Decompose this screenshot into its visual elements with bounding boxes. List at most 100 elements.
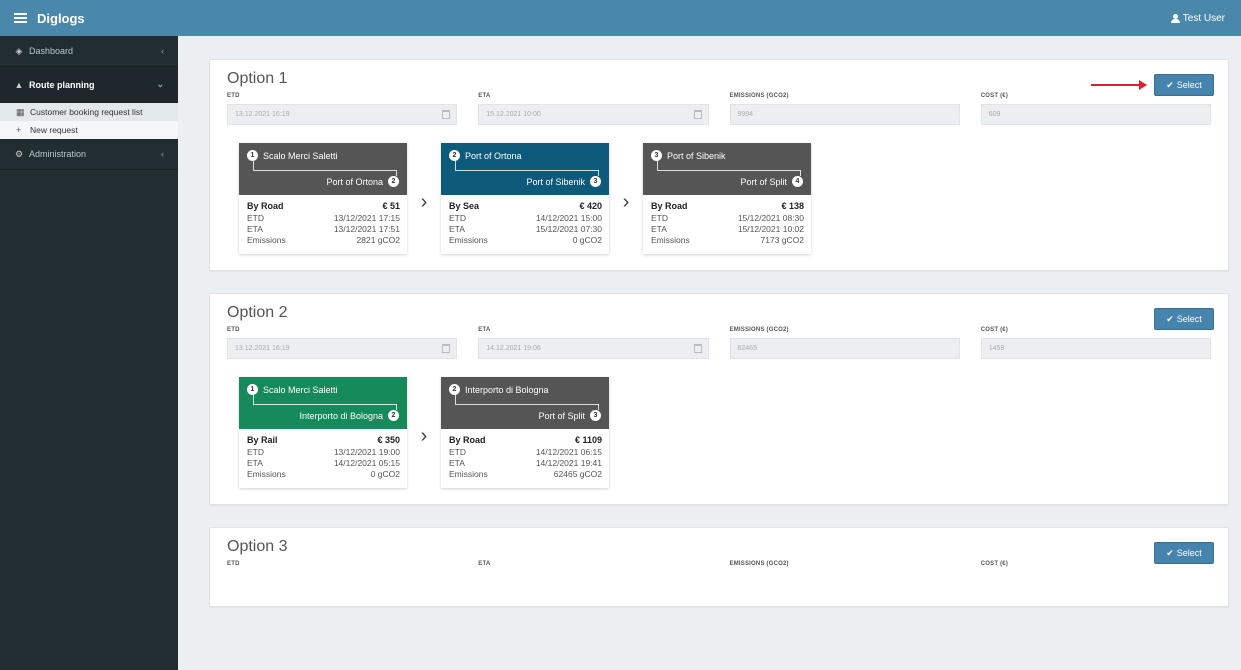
- check-icon: ✔: [1166, 79, 1174, 90]
- emissions-field: EMISSIONS (GCO2): [730, 561, 960, 572]
- eta-field: ETA: [478, 561, 708, 572]
- emissions-input[interactable]: 62465: [729, 338, 960, 359]
- sidebar-item-customer-booking-request-list[interactable]: ▦ Customer booking request list: [0, 103, 178, 121]
- stop-number-badge: 2: [388, 176, 399, 187]
- leg-cost: € 138: [781, 201, 804, 211]
- etd-field: ETD 13.12.2021 16:19: [227, 327, 458, 359]
- sidebar-item-route-planning[interactable]: ▲ Route planning ⌄: [0, 67, 178, 103]
- eta-label: ETA: [478, 561, 491, 567]
- leg-eta: 15/12/2021 07:30: [535, 224, 602, 234]
- route-legs: 1 Scalo Merci Saletti Port of Ortona 2 By …: [227, 143, 1211, 254]
- eta-field: ETA 14.12.2021 19:06: [478, 327, 709, 359]
- emissions-label: EMISSIONS (GCO2): [729, 93, 789, 99]
- top-navbar: Diglogs Test User: [0, 0, 1241, 36]
- etd-field: ETD 13.12.2021 16:19: [227, 93, 458, 125]
- emissions-label: EMISSIONS (GCO2): [729, 327, 789, 333]
- leg-emissions: 62465 gCO2: [553, 469, 602, 479]
- cost-input[interactable]: 609: [980, 104, 1211, 125]
- leg-to: Port of Split: [538, 410, 585, 421]
- eta-input[interactable]: 15.12.2021 10:00: [478, 104, 709, 125]
- cost-input[interactable]: 1459: [980, 338, 1211, 359]
- etd-input[interactable]: 13.12.2021 16:19: [227, 104, 458, 125]
- user-name: Test User: [1182, 12, 1225, 24]
- leg-cost: € 420: [579, 201, 602, 211]
- leg-from: Scalo Merci Saletti: [263, 150, 338, 161]
- user-menu[interactable]: Test User: [1170, 12, 1241, 24]
- leg-mode: By Sea: [449, 201, 480, 211]
- etd-label: ETD: [227, 327, 240, 333]
- stop-number-badge: 4: [792, 176, 803, 187]
- route-connector: [657, 161, 801, 176]
- eta-label: ETA: [478, 93, 491, 99]
- leg-eta: 13/12/2021 17:51: [333, 224, 400, 234]
- calendar-icon[interactable]: [693, 344, 702, 353]
- main-content: Option 1 ✔ Select ETD 13.12.2021 16:19 E…: [178, 36, 1241, 670]
- leg-mode: By Rail: [247, 435, 278, 445]
- leg-mode: By Road: [247, 201, 284, 211]
- leg-etd: 13/12/2021 19:00: [333, 447, 400, 457]
- leg-eta: 15/12/2021 10:02: [737, 224, 804, 234]
- option-fields: ETD 13.12.2021 16:19 ETA 15.12.2021 10:0…: [227, 93, 1211, 125]
- plus-icon: +: [16, 125, 22, 135]
- sidebar-item-administration[interactable]: ⚙ Administration ‹: [0, 139, 178, 170]
- app-title[interactable]: Diglogs: [37, 11, 85, 26]
- check-icon: ✔: [1166, 547, 1174, 558]
- emissions-field: EMISSIONS (GCO2) 62465: [729, 327, 960, 359]
- option-card: Option 3 ✔ Select ETD ETA EMISSIONS (GCO…: [209, 527, 1229, 607]
- stop-number-badge: 1: [247, 150, 258, 161]
- sidebar-item-label: Route planning: [29, 79, 95, 90]
- brand: Diglogs: [0, 11, 178, 26]
- leg-mode: By Road: [651, 201, 688, 211]
- sidebar-item-dashboard[interactable]: ◈ Dashboard ‹: [0, 36, 178, 67]
- stop-number-badge: 2: [388, 410, 399, 421]
- sidebar-subitem-label: Customer booking request list: [30, 107, 143, 117]
- cost-field: COST (€) 609: [980, 93, 1211, 125]
- hamburger-menu-icon[interactable]: [14, 11, 27, 25]
- list-icon: ▦: [16, 106, 25, 117]
- eta-input[interactable]: 14.12.2021 19:06: [478, 338, 709, 359]
- select-button[interactable]: ✔ Select: [1154, 308, 1214, 330]
- etd-input[interactable]: 13.12.2021 16:19: [227, 338, 458, 359]
- sidebar-item-label: Dashboard: [29, 46, 74, 56]
- eta-field: ETA 15.12.2021 10:00: [478, 93, 709, 125]
- leg-etd: 13/12/2021 17:15: [333, 213, 400, 223]
- route-connector: [455, 161, 599, 176]
- select-button[interactable]: ✔ Select: [1154, 74, 1214, 96]
- calendar-icon[interactable]: [693, 110, 702, 119]
- calendar-icon[interactable]: [442, 344, 451, 353]
- sidebar-item-new-request[interactable]: + New request: [0, 121, 178, 139]
- option-card: Option 1 ✔ Select ETD 13.12.2021 16:19 E…: [209, 59, 1229, 271]
- option-fields: ETD 13.12.2021 16:19 ETA 14.12.2021 19:0…: [227, 327, 1211, 359]
- stop-number-badge: 1: [247, 384, 258, 395]
- chevron-right-icon: ›: [420, 425, 428, 447]
- calendar-icon[interactable]: [442, 110, 451, 119]
- etd-field: ETD: [227, 561, 457, 572]
- leg-card: 2 Interporto di Bologna Port of Split 3 By…: [441, 377, 609, 488]
- cost-field: COST (€) 1459: [980, 327, 1211, 359]
- emissions-field: EMISSIONS (GCO2) 9994: [729, 93, 960, 125]
- leg-card: 1 Scalo Merci Saletti Port of Ortona 2 By …: [239, 143, 407, 254]
- leg-cost: € 350: [377, 435, 400, 445]
- leg-to: Port of Sibenik: [526, 176, 585, 187]
- leg-to: Interporto di Bologna: [299, 410, 383, 421]
- gear-icon: ⚙: [14, 148, 24, 159]
- leg-header: 2 Port of Ortona Port of Sibenik 3: [441, 143, 609, 195]
- route-connector: [253, 161, 397, 176]
- option-title: Option 1: [227, 70, 288, 87]
- route-connector: [455, 395, 599, 410]
- leg-header: 1 Scalo Merci Saletti Interporto di Bolog…: [239, 377, 407, 429]
- leg-mode: By Road: [449, 435, 486, 445]
- route-planning-submenu: ▦ Customer booking request list + New re…: [0, 103, 178, 139]
- leg-emissions: 7173 gCO2: [760, 235, 804, 245]
- chevron-left-icon: ‹: [161, 46, 164, 56]
- leg-from: Port of Sibenik: [667, 150, 726, 161]
- leg-cost: € 1109: [574, 435, 602, 445]
- leg-cost: € 51: [382, 201, 400, 211]
- emissions-input[interactable]: 9994: [729, 104, 960, 125]
- etd-label: ETD: [227, 93, 240, 99]
- route-connector: [253, 395, 397, 410]
- annotation-arrow: [1091, 80, 1147, 90]
- stop-number-badge: 2: [449, 384, 460, 395]
- select-button[interactable]: ✔ Select: [1154, 542, 1214, 564]
- chevron-right-icon: ›: [622, 191, 630, 213]
